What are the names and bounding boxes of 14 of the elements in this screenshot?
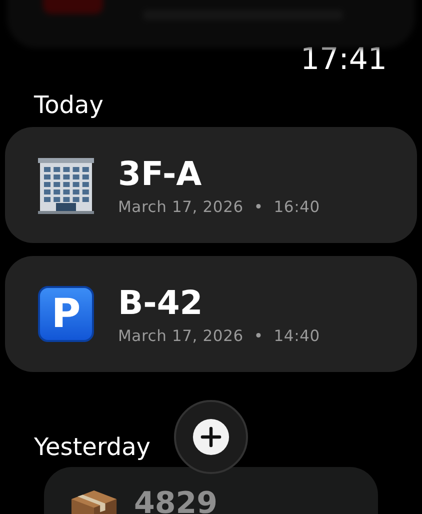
parking-sign-icon: P: [38, 286, 94, 342]
office-building-icon: [36, 155, 96, 215]
entry-date-time: March 17, 2026 • 14:40: [118, 327, 320, 345]
clock-time: 17:41: [300, 42, 387, 78]
section-header: Today: [34, 90, 104, 120]
entry-card[interactable]: 3F-A March 17, 2026 • 16:40: [5, 127, 417, 243]
section-header: Yesterday: [34, 432, 151, 462]
entry-title: 3F-A: [118, 154, 203, 194]
entry-card[interactable]: 4829: [44, 467, 378, 514]
entry-title: B-42: [118, 283, 204, 323]
plus-icon: [192, 418, 230, 456]
entry-title: 4829: [134, 487, 218, 514]
entry-card[interactable]: P B-42 March 17, 2026 • 14:40: [5, 256, 417, 372]
entry-date-time: March 17, 2026 • 16:40: [118, 198, 320, 216]
